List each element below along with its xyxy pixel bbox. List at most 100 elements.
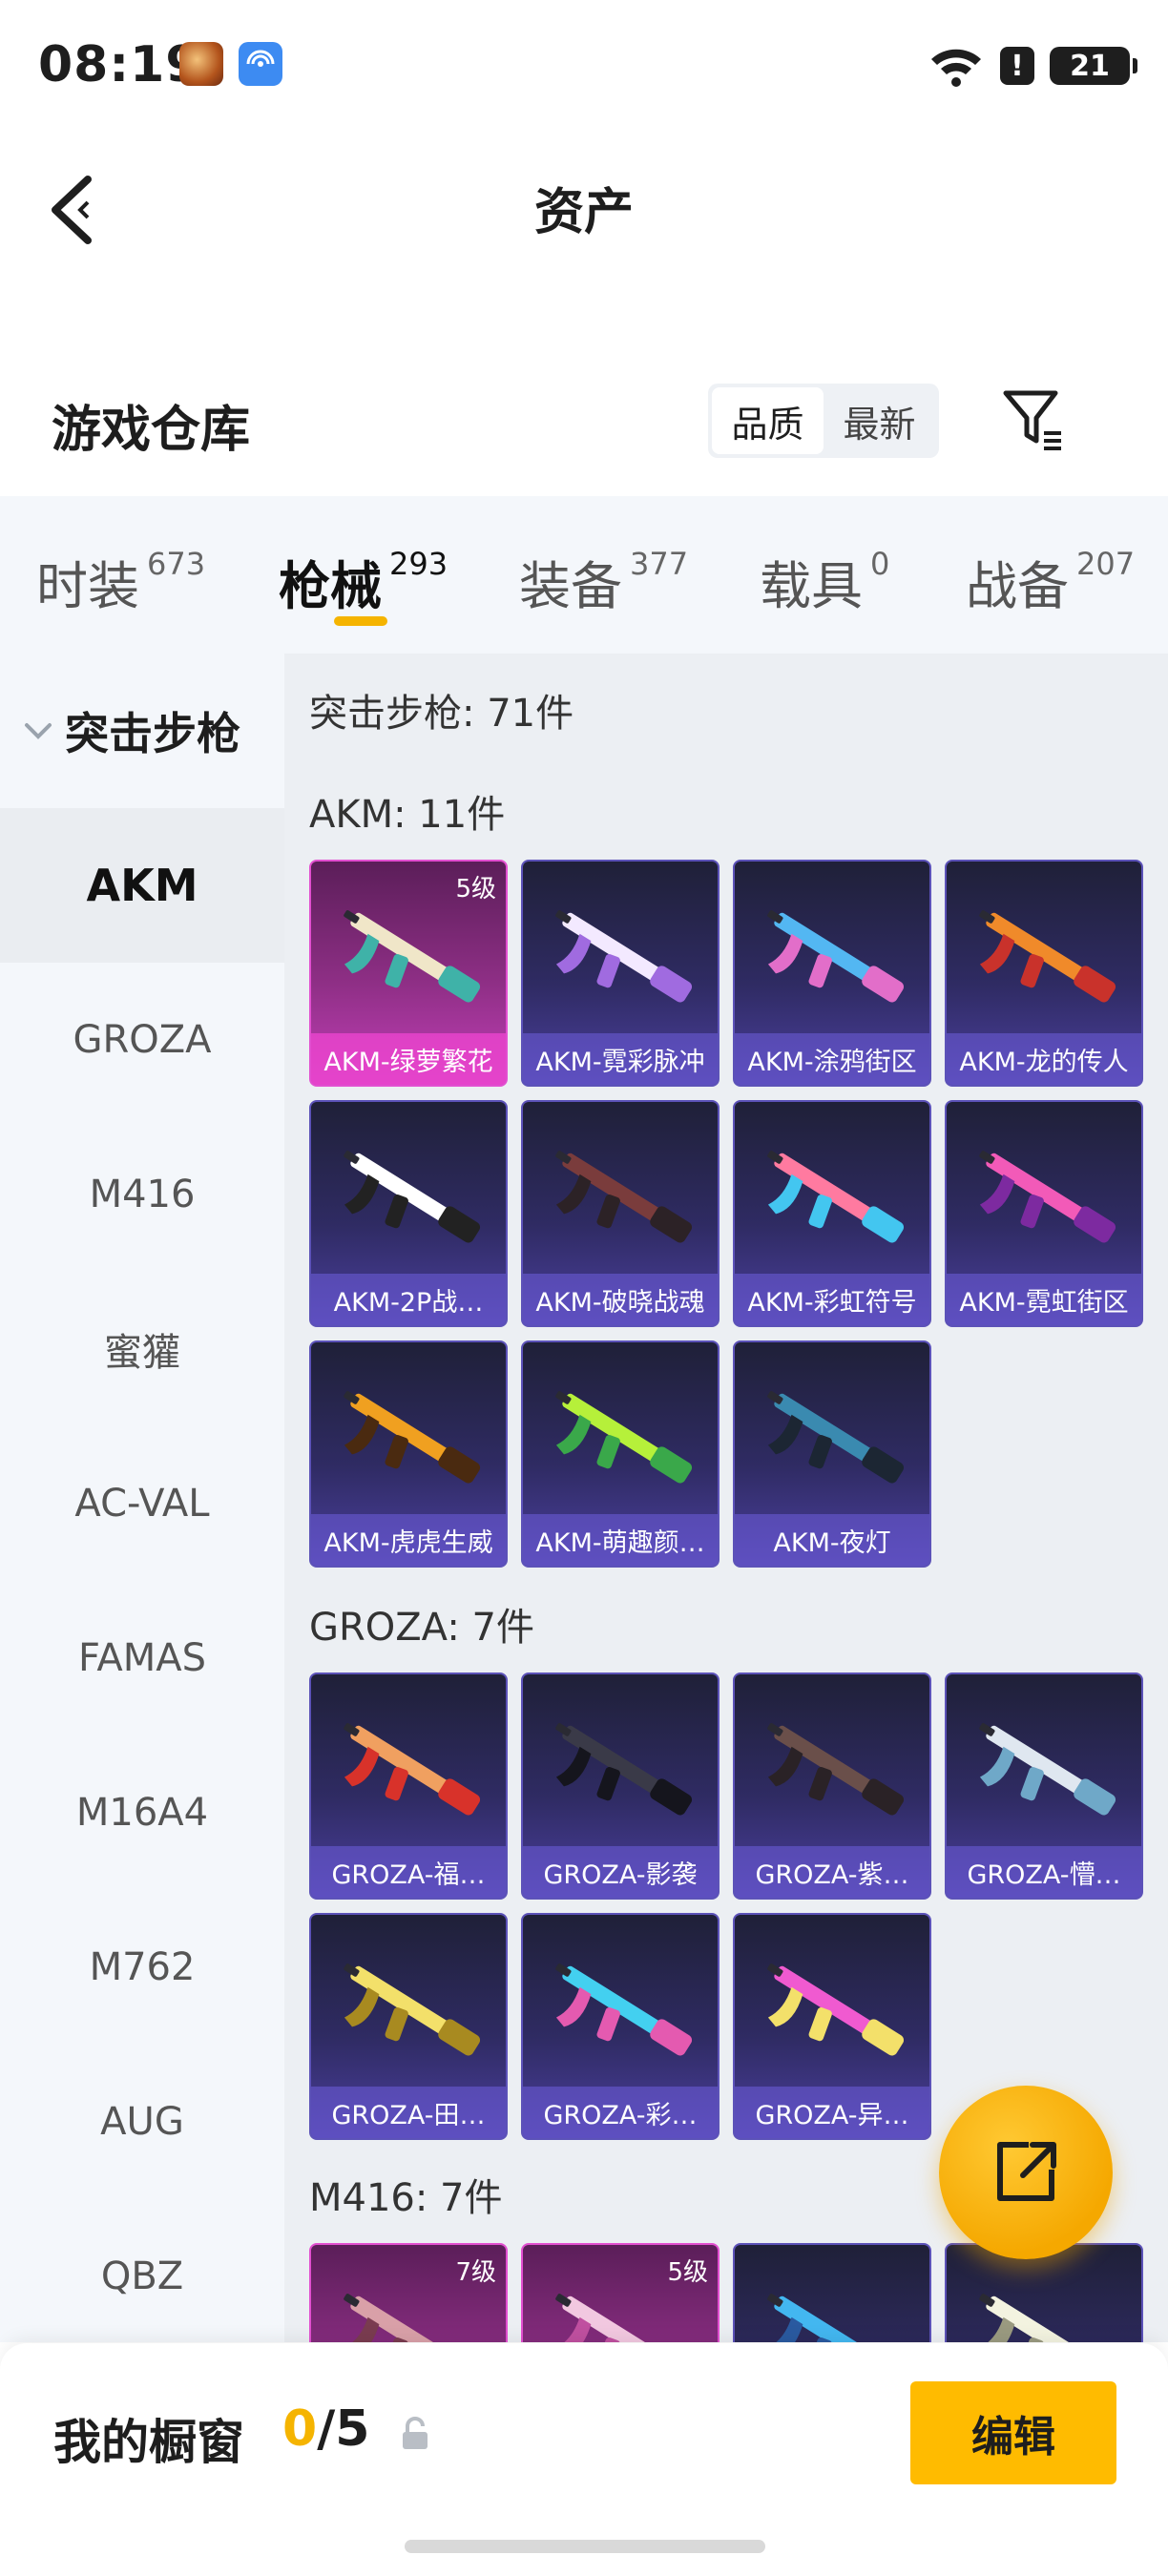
weapon-card[interactable] xyxy=(733,2243,931,2342)
rifle-icon xyxy=(979,1723,1116,1816)
section-title-m416: M416: 7件 xyxy=(309,2176,503,2220)
card-name: AKM-龙的传人 xyxy=(947,1033,1141,1085)
weapon-card[interactable]: 7级 xyxy=(309,2243,508,2342)
showcase-count: 0/5 xyxy=(282,2400,369,2458)
card-name: AKM-破晓战魂 xyxy=(523,1274,718,1325)
cast-icon xyxy=(239,42,282,86)
card-level-badge: 7级 xyxy=(455,2258,496,2287)
card-name: AKM-彩虹符号 xyxy=(735,1274,929,1325)
weapon-card[interactable]: AKM-萌趣颜… xyxy=(521,1340,720,1568)
page-title: 资产 xyxy=(533,184,634,241)
rifle-icon xyxy=(767,1723,905,1816)
card-name: AKM-2P战… xyxy=(311,1274,506,1325)
card-name: AKM-虎虎生威 xyxy=(311,1514,506,1566)
card-name: AKM-霓虹街区 xyxy=(947,1274,1141,1325)
tab-label: 时装 xyxy=(36,556,139,616)
sidebar-group-assault-rifles[interactable]: 突击步枪 xyxy=(0,654,284,808)
showcase-total: 5 xyxy=(335,2400,370,2458)
weapon-card[interactable]: GROZA-懵… xyxy=(945,1672,1143,1900)
card-name: GROZA-懵… xyxy=(947,1846,1141,1898)
home-indicator xyxy=(405,2540,765,2553)
share-external-icon xyxy=(997,2142,1056,2201)
weapon-card[interactable]: GROZA-福… xyxy=(309,1672,508,1900)
filter-icon[interactable] xyxy=(1002,387,1065,454)
tab-label: 枪械 xyxy=(279,556,382,616)
sidebar-item-akm[interactable]: AKM xyxy=(0,808,284,963)
rifle-icon xyxy=(555,1151,693,1243)
card-name: AKM-夜灯 xyxy=(735,1514,929,1566)
tab-count: 293 xyxy=(389,546,448,582)
rifle-icon xyxy=(979,910,1116,1003)
rifle-icon xyxy=(344,910,481,1003)
tab-equipment[interactable]: 装备 377 xyxy=(519,544,688,619)
card-level-badge: 5级 xyxy=(667,2258,708,2287)
card-level-badge: 5级 xyxy=(455,875,496,904)
warehouse-title: 游戏仓库 xyxy=(52,402,251,459)
lock-icon xyxy=(403,2417,428,2449)
rifle-icon xyxy=(344,1723,481,1816)
sidebar-item-qbz[interactable]: QBZ xyxy=(0,2199,284,2354)
rifle-icon xyxy=(767,1391,905,1484)
tab-fashion[interactable]: 时装 673 xyxy=(36,544,205,619)
sidebar-item-aug[interactable]: AUG xyxy=(0,2045,284,2199)
sort-quality-button[interactable]: 品质 xyxy=(712,387,824,454)
tab-count: 207 xyxy=(1076,546,1136,582)
tab-vehicles[interactable]: 载具 0 xyxy=(760,544,889,619)
tab-firearms[interactable]: 枪械 293 xyxy=(279,544,448,619)
weapon-card[interactable]: AKM-夜灯 xyxy=(733,1340,931,1568)
rifle-icon xyxy=(555,1963,693,2056)
weapon-card[interactable]: AKM-虎虎生威 xyxy=(309,1340,508,1568)
edit-button[interactable]: 编辑 xyxy=(910,2381,1116,2484)
weapon-sidebar: 突击步枪 AKM GROZA M416 蜜獾 AC-VAL FAMAS M16A… xyxy=(0,654,284,2342)
weapon-card[interactable]: GROZA-影袭 xyxy=(521,1672,720,1900)
weapon-card[interactable]: AKM-彩虹符号 xyxy=(733,1100,931,1327)
rifle-icon xyxy=(767,1151,905,1243)
sidebar-item-ac-val[interactable]: AC-VAL xyxy=(0,1426,284,1581)
sidebar-item-famas[interactable]: FAMAS xyxy=(0,1581,284,1735)
weapon-card[interactable]: AKM-霓虹街区 xyxy=(945,1100,1143,1327)
rifle-icon xyxy=(555,1723,693,1816)
sidebar-item-m416[interactable]: M416 xyxy=(0,1117,284,1272)
card-name: AKM-萌趣颜… xyxy=(523,1514,718,1566)
weapon-card[interactable]: AKM-涂鸦街区 xyxy=(733,860,931,1087)
sort-newest-button[interactable]: 最新 xyxy=(824,387,935,454)
section-title-akm: AKM: 11件 xyxy=(309,793,506,837)
sidebar-item-groza[interactable]: GROZA xyxy=(0,963,284,1117)
weapon-card[interactable]: GROZA-紫… xyxy=(733,1672,931,1900)
weapon-card[interactable]: GROZA-彩… xyxy=(521,1913,720,2140)
tab-count: 377 xyxy=(630,546,689,582)
rifle-icon xyxy=(979,1151,1116,1243)
weapon-card[interactable]: AKM-霓彩脉冲 xyxy=(521,860,720,1087)
rifle-icon xyxy=(767,910,905,1003)
status-right: ! 21 xyxy=(928,44,1137,88)
weapon-card[interactable]: 5级 xyxy=(521,2243,720,2342)
tab-count: 673 xyxy=(147,546,206,582)
weapon-card[interactable]: 5级 AKM-绿萝繁花 xyxy=(309,860,508,1087)
card-name: AKM-涂鸦街区 xyxy=(735,1033,929,1085)
weapon-card[interactable]: AKM-2P战… xyxy=(309,1100,508,1327)
category-tabs: 时装 673 枪械 293 装备 377 载具 0 战备 207 xyxy=(0,496,1168,654)
tab-combat-gear[interactable]: 战备 207 xyxy=(966,544,1135,619)
sidebar-item-m16a4[interactable]: M16A4 xyxy=(0,1735,284,1890)
status-bar: 08:19 ! 21 xyxy=(0,0,1168,134)
category-summary: 突击步枪: 71件 xyxy=(309,692,574,736)
header: 资产 xyxy=(0,143,1168,267)
weapon-card[interactable] xyxy=(945,2243,1143,2342)
showcase-label: 我的橱窗 xyxy=(53,2415,244,2470)
weapon-card[interactable]: AKM-龙的传人 xyxy=(945,860,1143,1087)
weapon-card[interactable]: GROZA-异… xyxy=(733,1913,931,2140)
card-name: GROZA-彩… xyxy=(523,2087,718,2138)
weapon-card[interactable]: GROZA-田… xyxy=(309,1913,508,2140)
card-name: GROZA-影袭 xyxy=(523,1846,718,1898)
tab-count: 0 xyxy=(870,546,890,582)
card-name: GROZA-紫… xyxy=(735,1846,929,1898)
share-fab-button[interactable] xyxy=(939,2086,1113,2259)
sidebar-item-m762[interactable]: M762 xyxy=(0,1890,284,2045)
section-title-groza: GROZA: 7件 xyxy=(309,1606,534,1650)
showcase-separator: / xyxy=(317,2400,336,2458)
sidebar-item-honey-badger[interactable]: 蜜獾 xyxy=(0,1272,284,1426)
alert-icon: ! xyxy=(1000,47,1034,85)
status-time: 08:19 xyxy=(38,36,201,93)
card-name: GROZA-异… xyxy=(735,2087,929,2138)
weapon-card[interactable]: AKM-破晓战魂 xyxy=(521,1100,720,1327)
